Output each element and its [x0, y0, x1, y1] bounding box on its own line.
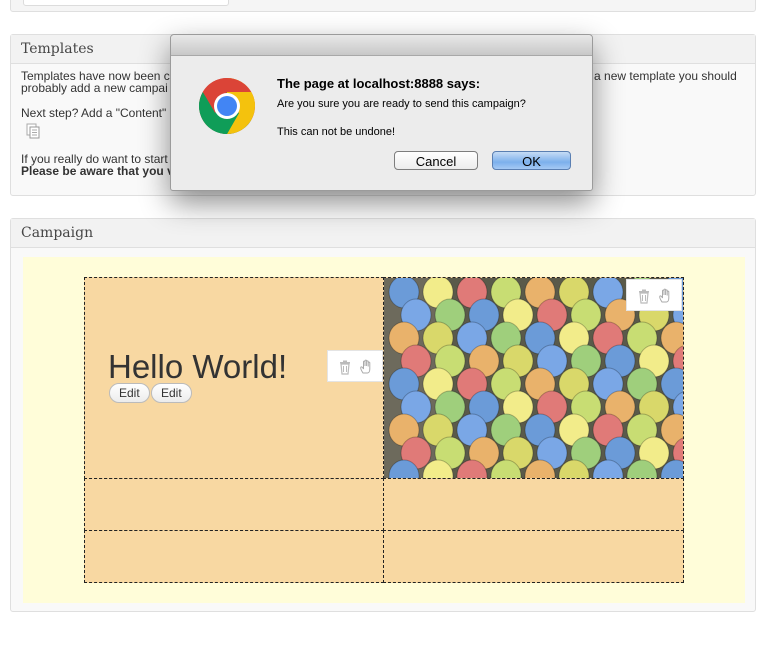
document-icon[interactable] — [26, 123, 40, 139]
edit-button[interactable]: Edit — [109, 383, 150, 403]
drag-hand-icon[interactable] — [359, 359, 373, 375]
dialog-titlebar[interactable] — [171, 35, 592, 56]
templates-intro-right: e a new template you should — [584, 69, 737, 83]
text-block[interactable]: Hello World! Edit Edit — [84, 277, 384, 479]
dialog-title: The page at localhost:8888 says: — [277, 76, 481, 91]
campaign-header: Campaign — [11, 219, 755, 248]
image-toolbar — [626, 279, 682, 311]
ok-button[interactable]: OK — [492, 151, 571, 170]
top-panel — [10, 0, 756, 12]
hello-heading: Hello World! — [108, 348, 288, 385]
campaign-panel: Campaign Hello World! Edit Edit — [10, 218, 756, 612]
top-input-field[interactable] — [23, 0, 229, 6]
confirm-dialog: The page at localhost:8888 says: Are you… — [170, 34, 593, 191]
dialog-warning: This can not be undone! — [277, 126, 396, 138]
empty-block[interactable] — [84, 478, 384, 531]
campaign-canvas: Hello World! Edit Edit — [23, 257, 745, 603]
empty-block[interactable] — [84, 530, 384, 583]
templates-intro-line2: probably add a new campai — [21, 81, 168, 95]
block-toolbar — [327, 350, 383, 382]
trash-icon[interactable] — [636, 288, 652, 304]
empty-block[interactable] — [383, 478, 684, 531]
chrome-logo-icon — [199, 78, 255, 134]
cancel-button[interactable]: Cancel — [394, 151, 478, 170]
next-step-text: Next step? Add a "Content" — [21, 106, 167, 120]
edit-button-2[interactable]: Edit — [151, 383, 192, 403]
dialog-message: Are you sure you are ready to send this … — [277, 98, 526, 110]
trash-icon[interactable] — [337, 359, 353, 375]
image-block[interactable] — [383, 277, 684, 479]
empty-block[interactable] — [383, 530, 684, 583]
drag-hand-icon[interactable] — [658, 288, 672, 304]
be-aware-text: Please be aware that you v — [21, 164, 174, 178]
email-layout-grid: Hello World! Edit Edit — [84, 277, 684, 583]
